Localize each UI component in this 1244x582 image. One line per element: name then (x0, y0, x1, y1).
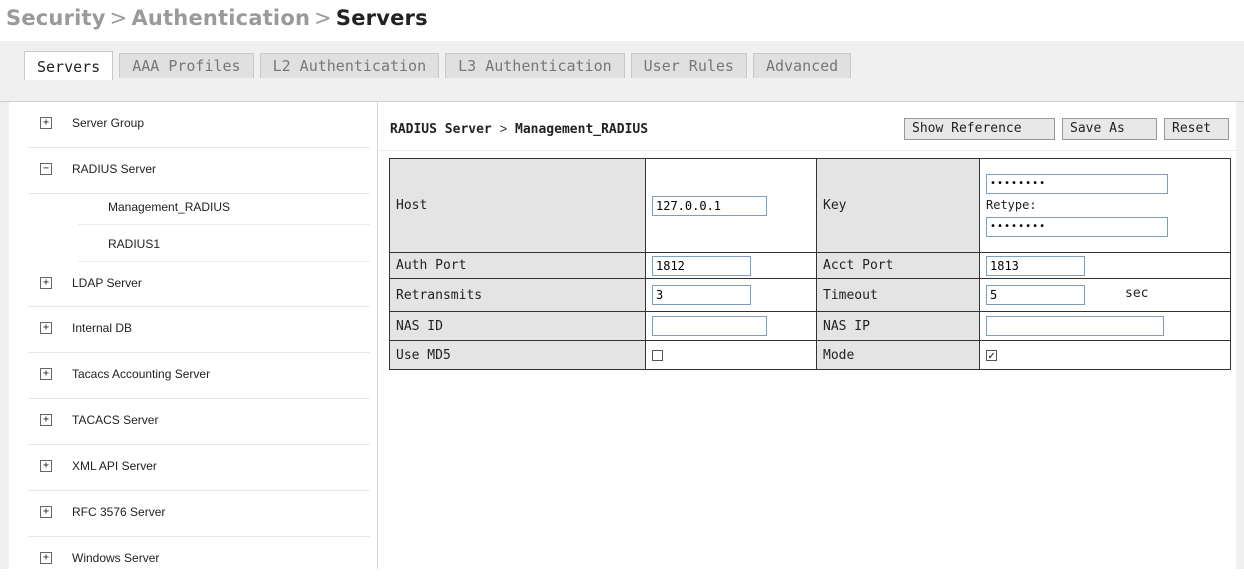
nas-ip-label: NAS IP (816, 311, 980, 341)
tab-l2-authentication[interactable]: L2 Authentication (259, 53, 440, 78)
breadcrumb: Security > Authentication > Servers (6, 6, 428, 30)
show-reference-button[interactable]: Show Reference (904, 118, 1055, 140)
panel-title-separator: > (499, 121, 508, 136)
expand-icon[interactable]: + (40, 368, 52, 380)
nas-id-label: NAS ID (389, 311, 646, 341)
auth-port-label: Auth Port (389, 252, 646, 279)
collapse-icon[interactable]: − (40, 163, 52, 175)
tab-advanced[interactable]: Advanced (752, 53, 852, 78)
timeout-label: Timeout (816, 278, 980, 312)
tree-item-rfc-3576-server[interactable]: + RFC 3576 Server (28, 491, 370, 537)
right-border-strip (1235, 102, 1244, 569)
breadcrumb-authentication: Authentication (131, 6, 311, 30)
tree-child-radius1[interactable]: RADIUS1 (78, 225, 370, 262)
panel-header: RADIUS Server > Management_RADIUS Show R… (378, 102, 1236, 151)
tree-item-tacacs-server[interactable]: + TACACS Server (28, 399, 370, 445)
use-md5-label: Use MD5 (389, 340, 646, 370)
expand-icon[interactable]: + (40, 322, 52, 334)
mode-checkbox[interactable]: ✓ (986, 349, 997, 361)
tree-item-label[interactable]: TACACS Server (72, 413, 158, 427)
content-area: + Server Group − RADIUS Server Managemen… (0, 102, 1244, 569)
tree-item-xml-api-server[interactable]: + XML API Server (28, 445, 370, 491)
tree-item-label[interactable]: Windows Server (72, 551, 159, 565)
tree-item-label[interactable]: LDAP Server (72, 276, 142, 290)
tree-item-windows-server[interactable]: + Windows Server (28, 537, 370, 582)
key-label: Key (816, 158, 980, 253)
auth-port-input[interactable]: 1812 (652, 255, 751, 276)
tree-item-label[interactable]: Internal DB (72, 321, 132, 335)
retype-label: Retype: (986, 198, 1037, 212)
radius-server-form: Host 127.0.0.1 Key •••••••• Retype: ••••… (389, 158, 1231, 370)
tree-item-label[interactable]: RADIUS Server (72, 162, 156, 176)
tab-l3-authentication[interactable]: L3 Authentication (445, 53, 625, 78)
nas-id-input[interactable] (652, 316, 767, 336)
reset-button[interactable]: Reset (1164, 118, 1229, 140)
mode-label: Mode (816, 340, 980, 370)
use-md5-checkbox[interactable] (652, 349, 663, 361)
tree-item-label[interactable]: RFC 3576 Server (72, 505, 165, 519)
tree-item-label[interactable]: Server Group (72, 116, 144, 130)
tree-item-server-group[interactable]: + Server Group (28, 102, 370, 148)
tree-child-label[interactable]: RADIUS1 (108, 237, 160, 251)
tab-bar: Servers AAA Profiles L2 Authentication L… (0, 41, 1244, 102)
retransmits-input[interactable]: 3 (652, 285, 751, 305)
breadcrumb-security: Security (6, 6, 106, 30)
nas-ip-input[interactable] (986, 316, 1164, 336)
expand-icon[interactable]: + (40, 460, 52, 472)
tree-item-ldap-server[interactable]: + LDAP Server (28, 262, 370, 307)
acct-port-input[interactable]: 1813 (986, 255, 1085, 276)
timeout-unit: sec (1125, 286, 1149, 301)
tree-child-management-radius[interactable]: Management_RADIUS (78, 188, 370, 225)
panel-title: RADIUS Server > Management_RADIUS (390, 121, 648, 137)
breadcrumb-separator: > (109, 6, 128, 30)
expand-icon[interactable]: + (40, 506, 52, 518)
host-input[interactable]: 127.0.0.1 (652, 195, 767, 216)
expand-icon[interactable]: + (40, 552, 52, 564)
save-as-button[interactable]: Save As (1062, 118, 1157, 140)
expand-icon[interactable]: + (40, 117, 52, 129)
tree-item-tacacs-accounting-server[interactable]: + Tacacs Accounting Server (28, 353, 370, 399)
page-title: Servers (335, 6, 428, 30)
retype-key-input[interactable]: •••••••• (986, 217, 1168, 237)
expand-icon[interactable]: + (40, 414, 52, 426)
tab-user-rules[interactable]: User Rules (630, 53, 747, 78)
left-border-strip (0, 102, 9, 569)
panel-title-type: RADIUS Server (390, 122, 492, 137)
server-detail-panel: RADIUS Server > Management_RADIUS Show R… (377, 102, 1236, 569)
expand-icon[interactable]: + (40, 277, 52, 289)
retransmits-label: Retransmits (389, 278, 646, 312)
panel-title-name: Management_RADIUS (515, 122, 649, 137)
key-input[interactable]: •••••••• (986, 174, 1168, 194)
timeout-input[interactable]: 5 (986, 285, 1085, 305)
host-label: Host (389, 158, 646, 253)
breadcrumb-separator: > (314, 6, 332, 30)
server-tree: + Server Group − RADIUS Server Managemen… (28, 102, 370, 582)
tree-item-label[interactable]: Tacacs Accounting Server (72, 367, 210, 381)
tab-servers[interactable]: Servers (24, 51, 114, 80)
tree-child-label[interactable]: Management_RADIUS (108, 200, 230, 214)
tab-aaa-profiles[interactable]: AAA Profiles (119, 53, 254, 78)
acct-port-label: Acct Port (816, 252, 980, 279)
tree-item-internal-db[interactable]: + Internal DB (28, 307, 370, 353)
tree-item-label[interactable]: XML API Server (72, 459, 157, 473)
